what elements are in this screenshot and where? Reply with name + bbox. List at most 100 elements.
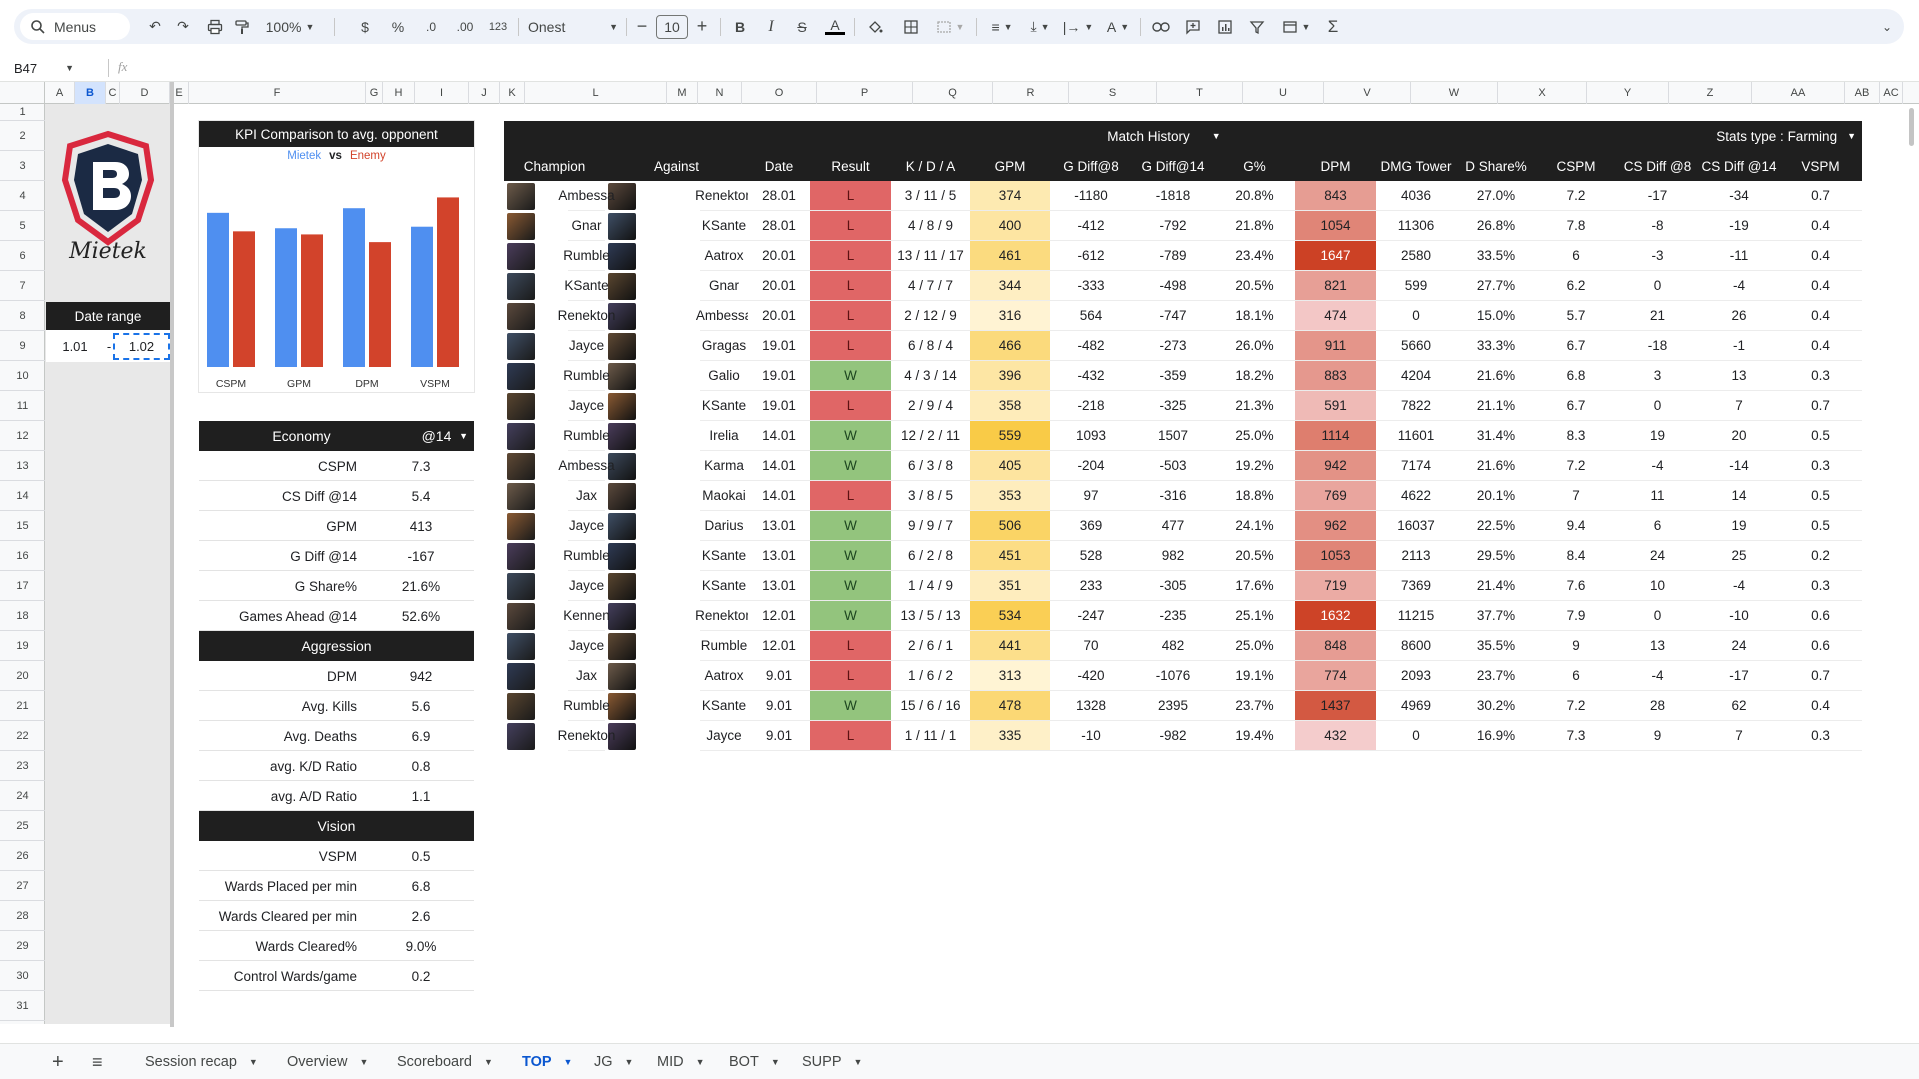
row-header-20[interactable]: 20 (0, 661, 45, 691)
column-header-v[interactable]: V (1324, 82, 1411, 104)
row-header-11[interactable]: 11 (0, 391, 45, 421)
font-family-select[interactable]: Onest ▼ (528, 9, 618, 44)
column-header-o[interactable]: O (742, 82, 817, 104)
column-header-f[interactable]: F (189, 82, 366, 104)
row-header-22[interactable]: 22 (0, 721, 45, 751)
functions-icon[interactable]: Σ (1320, 9, 1346, 44)
column-header-l[interactable]: L (525, 82, 667, 104)
all-sheets-button[interactable]: ≡ (92, 1044, 103, 1079)
column-header-x[interactable]: X (1498, 82, 1587, 104)
row-header-24[interactable]: 24 (0, 781, 45, 811)
number-format-button[interactable]: 123 (484, 9, 512, 44)
text-wrap-icon[interactable]: |→ ▼ (1060, 9, 1096, 44)
insert-comment-icon[interactable] (1180, 9, 1206, 44)
row-header-2[interactable]: 2 (0, 121, 45, 151)
column-header-z[interactable]: Z (1669, 82, 1752, 104)
formula-input[interactable] (140, 56, 1900, 80)
column-header-p[interactable]: P (817, 82, 913, 104)
column-header-i[interactable]: I (415, 82, 469, 104)
borders-icon[interactable] (898, 9, 924, 44)
match-history-title-select[interactable]: Match History ▼ (1064, 121, 1264, 151)
italic-button[interactable]: I (759, 9, 783, 44)
percent-format-button[interactable]: % (387, 9, 409, 44)
row-header-3[interactable]: 3 (0, 151, 45, 181)
sheet-tab-scoreboard[interactable]: Scoreboard ▼ (397, 1044, 493, 1079)
row-header-12[interactable]: 12 (0, 421, 45, 451)
column-header-vspm[interactable]: VSPM (1779, 151, 1862, 181)
column-header-n[interactable]: N (698, 82, 742, 104)
insert-link-icon[interactable] (1148, 9, 1174, 44)
vertical-scrollbar[interactable] (1903, 104, 1919, 1026)
column-header-w[interactable]: W (1411, 82, 1498, 104)
column-header-gpm[interactable]: GPM (970, 151, 1050, 181)
column-header-ac[interactable]: AC (1880, 82, 1903, 104)
column-header-date[interactable]: Date (748, 151, 810, 181)
column-header-g[interactable]: G (366, 82, 383, 104)
sheet-tab-session-recap[interactable]: Session recap ▼ (145, 1044, 258, 1079)
row-header-9[interactable]: 9 (0, 331, 45, 361)
row-header-16[interactable]: 16 (0, 541, 45, 571)
stats-type-select[interactable]: Stats type : Farming ▼ (1694, 121, 1862, 151)
undo-icon[interactable]: ↶ (142, 9, 168, 44)
bold-button[interactable]: B (728, 9, 752, 44)
column-header-c[interactable]: C (106, 82, 120, 104)
column-header-u[interactable]: U (1243, 82, 1324, 104)
decrease-decimal-button[interactable]: .0 (418, 9, 444, 44)
select-all-corner[interactable] (0, 82, 45, 104)
column-header-against[interactable]: Against (605, 151, 748, 181)
row-header-26[interactable]: 26 (0, 841, 45, 871)
strikethrough-button[interactable]: S (790, 9, 814, 44)
column-header-dmg-tower[interactable]: DMG Tower (1376, 151, 1456, 181)
column-header-t[interactable]: T (1157, 82, 1243, 104)
row-header-29[interactable]: 29 (0, 931, 45, 961)
menus-search-button[interactable]: Menus (20, 13, 130, 40)
currency-format-button[interactable]: $ (354, 9, 376, 44)
redo-icon[interactable]: ↷ (170, 9, 196, 44)
column-header-a[interactable]: A (45, 82, 75, 104)
economy-selector[interactable]: @14 (409, 428, 464, 444)
row-header-5[interactable]: 5 (0, 211, 45, 241)
row-header-17[interactable]: 17 (0, 571, 45, 601)
filter-views-icon[interactable]: ▼ (1276, 9, 1316, 44)
column-header-cs-diff-8[interactable]: CS Diff @8 (1616, 151, 1699, 181)
row-header-30[interactable]: 30 (0, 961, 45, 991)
collapse-toolbar-icon[interactable]: ⌄ (1874, 9, 1900, 44)
row-header-15[interactable]: 15 (0, 511, 45, 541)
column-header-d-share-[interactable]: D Share% (1456, 151, 1536, 181)
column-header-champion[interactable]: Champion (504, 151, 605, 181)
row-header-23[interactable]: 23 (0, 751, 45, 781)
row-header-25[interactable]: 25 (0, 811, 45, 841)
sheet-tab-supp[interactable]: SUPP ▼ (802, 1044, 862, 1079)
row-header-14[interactable]: 14 (0, 481, 45, 511)
add-sheet-button[interactable]: + (52, 1044, 64, 1079)
sheet-tab-mid[interactable]: MID ▼ (657, 1044, 705, 1079)
sheet-tab-jg[interactable]: JG ▼ (594, 1044, 633, 1079)
filter-icon[interactable] (1244, 9, 1270, 44)
paint-format-icon[interactable] (229, 9, 255, 44)
zoom-select[interactable]: 100% ▼ (260, 9, 320, 44)
date-from-input[interactable]: 1.01 (46, 330, 104, 362)
horizontal-align-icon[interactable]: ≡ ▼ (984, 9, 1020, 44)
column-header-k[interactable]: K (500, 82, 525, 104)
font-size-decrease-button[interactable]: − (632, 9, 652, 44)
row-header-7[interactable]: 7 (0, 271, 45, 301)
column-header-j[interactable]: J (469, 82, 500, 104)
row-header-8[interactable]: 8 (0, 301, 45, 331)
row-header-31[interactable]: 31 (0, 991, 45, 1021)
row-header-19[interactable]: 19 (0, 631, 45, 661)
column-header-result[interactable]: Result (810, 151, 891, 181)
insert-chart-icon[interactable] (1212, 9, 1238, 44)
name-box[interactable]: B47 ▼ (0, 54, 100, 82)
column-header-b[interactable]: B (75, 82, 106, 104)
merge-cells-icon[interactable]: ▼ (930, 9, 970, 44)
increase-decimal-button[interactable]: .00 (450, 9, 480, 44)
column-header-q[interactable]: Q (913, 82, 993, 104)
font-size-input[interactable]: 10 (656, 9, 688, 44)
print-icon[interactable] (202, 9, 228, 44)
column-header-ab[interactable]: AB (1845, 82, 1880, 104)
economy-header[interactable]: Economy @14 ▼ (199, 421, 474, 451)
sheet-tab-overview[interactable]: Overview ▼ (287, 1044, 368, 1079)
text-color-button[interactable]: A (822, 9, 848, 44)
column-header-cs-diff-14[interactable]: CS Diff @14 (1699, 151, 1779, 181)
column-header-d[interactable]: D (120, 82, 170, 104)
